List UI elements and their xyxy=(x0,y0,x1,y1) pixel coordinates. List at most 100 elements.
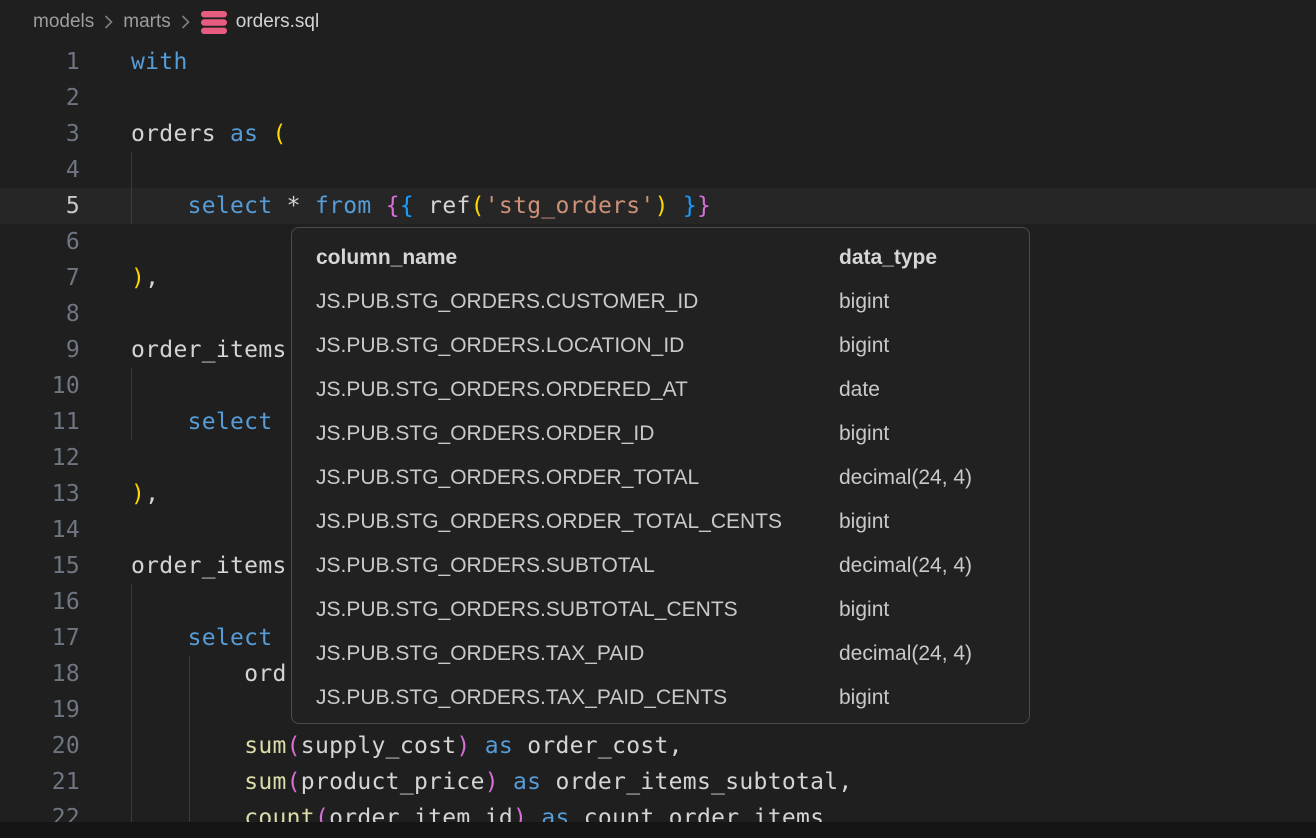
code-token: , xyxy=(145,481,159,507)
breadcrumb: models marts orders.sql xyxy=(0,0,1316,44)
code-token: order_items_subtotal, xyxy=(555,769,852,795)
column-name-cell: JS.PUB.STG_ORDERS.ORDER_TOTAL_CENTS xyxy=(316,500,839,544)
breadcrumb-item-marts[interactable]: marts xyxy=(123,11,171,33)
line-number[interactable]: 3 xyxy=(0,116,80,152)
table-row: JS.PUB.STG_ORDERS.SUBTOTAL_CENTSbigint xyxy=(316,588,1024,632)
line-number[interactable]: 14 xyxy=(0,512,80,548)
code-token: select xyxy=(188,625,273,651)
line-number[interactable]: 15 xyxy=(0,548,80,584)
line-number[interactable]: 4 xyxy=(0,152,80,188)
data-type-cell: bigint xyxy=(839,280,1024,324)
code-text: select * from {{ ref('stg_orders') }} xyxy=(131,188,711,224)
line-number[interactable]: 6 xyxy=(0,224,80,260)
table-row: JS.PUB.STG_ORDERS.ORDER_IDbigint xyxy=(316,412,1024,456)
line-number[interactable]: 1 xyxy=(0,44,80,80)
code-token xyxy=(541,769,555,795)
code-text: sum(product_price) as order_items_subtot… xyxy=(131,764,853,800)
code-token xyxy=(131,193,188,219)
line-number[interactable]: 9 xyxy=(0,332,80,368)
code-token: orders xyxy=(131,121,230,147)
table-row: JS.PUB.STG_ORDERS.CUSTOMER_IDbigint xyxy=(316,280,1024,324)
line-number[interactable]: 19 xyxy=(0,692,80,728)
column-name-cell: JS.PUB.STG_ORDERS.TAX_PAID xyxy=(316,632,839,676)
chevron-right-icon xyxy=(103,13,114,31)
code-token: as xyxy=(513,769,541,795)
column-name-cell: JS.PUB.STG_ORDERS.LOCATION_ID xyxy=(316,324,839,368)
code-line-5[interactable]: 5 select * from {{ ref('stg_orders') }} xyxy=(0,188,1316,224)
code-token: order_items xyxy=(131,553,287,579)
code-text: with xyxy=(131,44,188,80)
table-row: JS.PUB.STG_ORDERS.TAX_PAID_CENTSbigint xyxy=(316,676,1024,720)
column-header-name: column_name xyxy=(316,236,839,280)
code-token: ord xyxy=(244,661,286,687)
line-number[interactable]: 17 xyxy=(0,620,80,656)
code-token: ( xyxy=(287,769,301,795)
column-name-cell: JS.PUB.STG_ORDERS.ORDERED_AT xyxy=(316,368,839,412)
line-number[interactable]: 21 xyxy=(0,764,80,800)
code-line-21[interactable]: 21 sum(product_price) as order_items_sub… xyxy=(0,764,1316,800)
code-text: select xyxy=(131,404,272,440)
code-line-1[interactable]: 1 with xyxy=(0,44,1316,80)
code-token: } xyxy=(683,193,697,219)
data-type-cell: bigint xyxy=(839,412,1024,456)
code-token xyxy=(131,769,244,795)
table-row: JS.PUB.STG_ORDERS.LOCATION_IDbigint xyxy=(316,324,1024,368)
table-header-row: column_name data_type xyxy=(316,236,1024,280)
line-number[interactable]: 2 xyxy=(0,80,80,116)
indent-guide xyxy=(189,692,190,728)
line-number[interactable]: 18 xyxy=(0,656,80,692)
code-token: , xyxy=(145,265,159,291)
line-number[interactable]: 12 xyxy=(0,440,80,476)
code-token xyxy=(513,733,527,759)
table-row: JS.PUB.STG_ORDERS.TAX_PAIDdecimal(24, 4) xyxy=(316,632,1024,676)
code-token xyxy=(131,733,244,759)
code-token: order_cost, xyxy=(527,733,683,759)
code-token: ) xyxy=(485,769,499,795)
code-token: ( xyxy=(287,733,301,759)
line-number[interactable]: 7 xyxy=(0,260,80,296)
code-token xyxy=(499,769,513,795)
line-number[interactable]: 11 xyxy=(0,404,80,440)
code-token xyxy=(131,661,244,687)
line-number[interactable]: 5 xyxy=(0,188,80,224)
code-token xyxy=(272,193,286,219)
column-name-cell: JS.PUB.STG_ORDERS.ORDER_TOTAL xyxy=(316,456,839,500)
data-type-cell: bigint xyxy=(839,588,1024,632)
code-token: supply_cost xyxy=(301,733,457,759)
code-token xyxy=(258,121,272,147)
code-token: ) xyxy=(655,193,669,219)
line-number[interactable]: 20 xyxy=(0,728,80,764)
code-line-20[interactable]: 20 sum(supply_cost) as order_cost, xyxy=(0,728,1316,764)
line-number[interactable]: 13 xyxy=(0,476,80,512)
data-type-cell: bigint xyxy=(839,676,1024,720)
data-type-cell: bigint xyxy=(839,500,1024,544)
code-token: order_items xyxy=(131,337,287,363)
code-text: ), xyxy=(131,260,159,296)
code-line-2[interactable]: 2 xyxy=(0,80,1316,116)
table-row: JS.PUB.STG_ORDERS.ORDER_TOTALdecimal(24,… xyxy=(316,456,1024,500)
code-token: select xyxy=(188,409,273,435)
code-text: orders as ( xyxy=(131,116,287,152)
code-line-3[interactable]: 3 orders as ( xyxy=(0,116,1316,152)
code-text: order_items xyxy=(131,548,287,584)
column-name-cell: JS.PUB.STG_ORDERS.ORDER_ID xyxy=(316,412,839,456)
code-line-4[interactable]: 4 xyxy=(0,152,1316,188)
code-token: sum xyxy=(244,733,286,759)
data-type-cell: date xyxy=(839,368,1024,412)
line-number[interactable]: 8 xyxy=(0,296,80,332)
breadcrumb-file[interactable]: orders.sql xyxy=(236,11,319,33)
chevron-right-icon xyxy=(180,13,191,31)
breadcrumb-item-models[interactable]: models xyxy=(33,11,94,33)
code-token: select xyxy=(188,193,273,219)
code-token xyxy=(131,409,188,435)
table-row: JS.PUB.STG_ORDERS.ORDER_TOTAL_CENTSbigin… xyxy=(316,500,1024,544)
code-token: with xyxy=(131,49,188,75)
table-row: JS.PUB.STG_ORDERS.SUBTOTALdecimal(24, 4) xyxy=(316,544,1024,588)
database-icon xyxy=(200,10,228,35)
code-token xyxy=(471,733,485,759)
line-number[interactable]: 10 xyxy=(0,368,80,404)
column-name-cell: JS.PUB.STG_ORDERS.SUBTOTAL_CENTS xyxy=(316,588,839,632)
code-token xyxy=(414,193,428,219)
line-number[interactable]: 16 xyxy=(0,584,80,620)
data-type-cell: decimal(24, 4) xyxy=(839,544,1024,588)
